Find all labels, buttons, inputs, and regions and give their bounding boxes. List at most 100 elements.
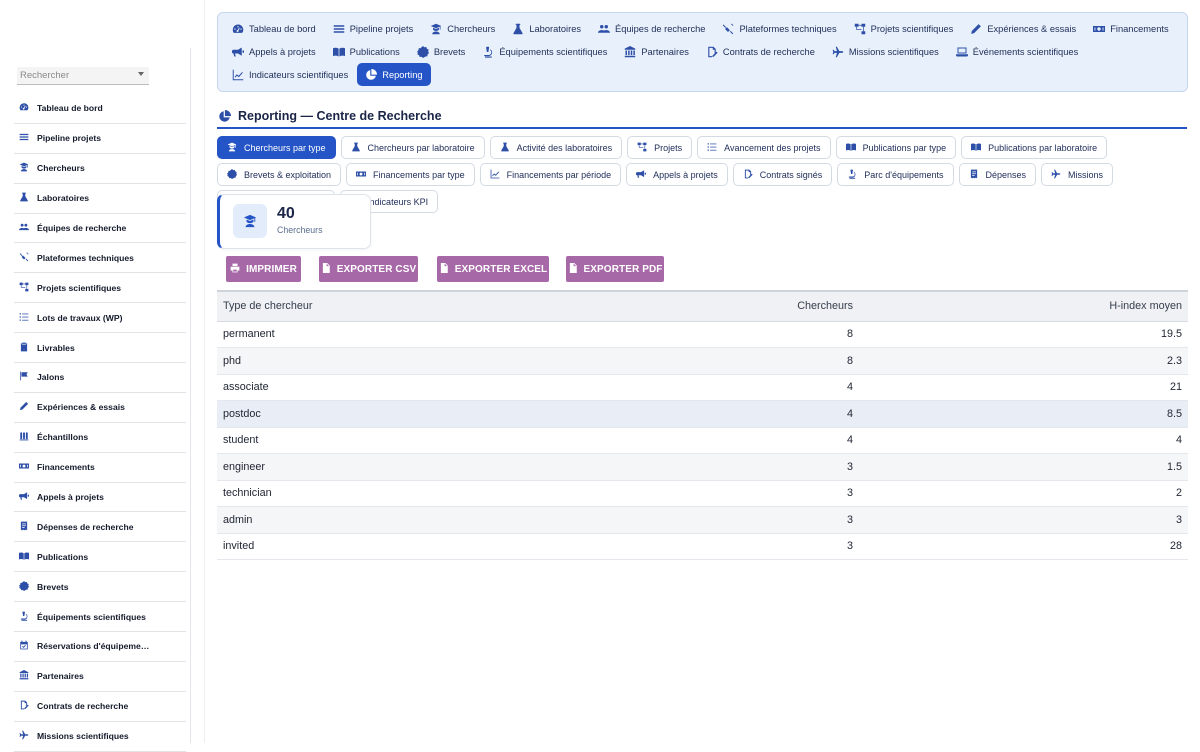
column-header-hindex[interactable]: H-index moyen xyxy=(859,290,1188,322)
tab-label: Indicateurs KPI xyxy=(367,196,429,207)
tab-contrats-signes[interactable]: Contrats signés xyxy=(732,163,833,186)
laptop-icon xyxy=(955,46,968,58)
column-header-count[interactable]: Chercheurs xyxy=(649,290,859,322)
seal-icon xyxy=(227,168,239,181)
sidebar-item-jalons[interactable]: Jalons xyxy=(14,363,186,393)
nav-link-reporting[interactable]: Reporting xyxy=(357,63,431,86)
file-excel-icon xyxy=(439,263,451,275)
tab-brevets-exploitation[interactable]: Brevets & exploitation xyxy=(217,163,342,186)
institution-icon xyxy=(624,45,636,58)
sidebar-item-pipeline-projets[interactable]: Pipeline projets xyxy=(14,124,186,154)
sidebar-item-lots-de-travaux-wp[interactable]: Lots de travaux (WP) xyxy=(14,303,186,334)
table-row: associate 4 21 xyxy=(217,374,1188,401)
nav-link-equipes-de-recherche[interactable]: Équipes de recherche xyxy=(590,17,713,40)
table-row: admin 3 3 xyxy=(217,506,1188,534)
sidebar-item-appels-a-projets[interactable]: Appels à projets xyxy=(14,483,186,513)
tab-activite-des-laboratoires[interactable]: Activité des laboratoires xyxy=(489,136,623,159)
sidebar-item-experiences-essais[interactable]: Expériences & essais xyxy=(14,393,186,423)
plane-icon xyxy=(19,730,31,742)
tab-chercheurs-par-laboratoire[interactable]: Chercheurs par laboratoire xyxy=(340,136,485,159)
nav-link-appels-a-projets[interactable]: Appels à projets xyxy=(224,40,324,63)
nav-link-contrats-de-recherche[interactable]: Contrats de recherche xyxy=(698,40,823,63)
cell-count: 3 xyxy=(649,533,859,560)
export-excel-label: EXPORTER EXCEL xyxy=(454,263,548,275)
tab-avancement-des-projets[interactable]: Avancement des projets xyxy=(697,136,831,159)
export-excel-button[interactable]: EXPORTER EXCEL xyxy=(437,256,549,282)
nav-link-label: Chercheurs xyxy=(447,23,496,34)
kpi-label: Chercheurs xyxy=(277,225,323,235)
nav-link-pipeline-projets[interactable]: Pipeline projets xyxy=(325,17,422,40)
sidebar-item-label: Appels à projets xyxy=(37,492,104,503)
sidebar-item-livrables[interactable]: Livrables xyxy=(14,333,186,364)
sidebar-item-label: Projets scientifiques xyxy=(37,282,122,293)
nav-link-indicateurs-scientifiques[interactable]: Indicateurs scientifiques xyxy=(224,63,356,86)
sidebar-item-partenaires[interactable]: Partenaires xyxy=(14,662,186,692)
sidebar-item-label: Missions scientifiques xyxy=(37,731,129,742)
nav-link-plateformes-techniques[interactable]: Plateformes techniques xyxy=(714,17,844,40)
sidebar-item-contrats-de-recherche[interactable]: Contrats de recherche xyxy=(14,692,186,722)
search-placeholder: Rechercher xyxy=(20,70,70,81)
tab-label: Projets xyxy=(654,142,683,153)
nav-link-chercheurs[interactable]: Chercheurs xyxy=(422,17,503,40)
tab-financements-par-type[interactable]: Financements par type xyxy=(346,163,475,186)
nav-link-publications[interactable]: Publications xyxy=(325,40,408,63)
sidebar-item-brevets[interactable]: Brevets xyxy=(14,572,186,603)
cell-count: 3 xyxy=(649,453,859,481)
nav-link-tableau-de-bord[interactable]: Tableau de bord xyxy=(224,17,324,40)
file-pdf-icon xyxy=(568,263,580,275)
cell-type: engineer xyxy=(217,453,649,481)
sidebar-border xyxy=(204,0,205,743)
sidebar-item-chercheurs[interactable]: Chercheurs xyxy=(14,154,186,184)
sidebar-item-publications[interactable]: Publications xyxy=(14,542,186,573)
nav-link-partenaires[interactable]: Partenaires xyxy=(616,40,697,63)
tab-publications-par-type[interactable]: Publications par type xyxy=(835,136,957,159)
money-icon xyxy=(356,169,368,181)
sidebar-item-missions-scientifiques[interactable]: Missions scientifiques xyxy=(14,722,186,752)
nav-link-equipements-scientifiques[interactable]: Équipements scientifiques xyxy=(474,40,615,63)
nav-link-brevets[interactable]: Brevets xyxy=(409,40,474,63)
pen-icon xyxy=(19,401,31,413)
sidebar-search-select[interactable]: Rechercher xyxy=(17,67,149,85)
nav-link-financements[interactable]: Financements xyxy=(1085,17,1176,40)
export-pdf-button[interactable]: EXPORTER PDF xyxy=(566,256,664,282)
sidebar-item-echantillons[interactable]: Échantillons xyxy=(14,423,186,453)
print-button[interactable]: IMPRIMER xyxy=(226,256,301,282)
export-csv-button[interactable]: EXPORTER CSV xyxy=(319,256,418,282)
sidebar-item-reservations-d-equipeme[interactable]: Réservations d'équipeme… xyxy=(14,632,186,662)
sidebar-item-label: Plateformes techniques xyxy=(37,252,134,263)
cell-hindex: 19.5 xyxy=(859,321,1188,348)
tab-publications-par-laboratoire[interactable]: Publications par laboratoire xyxy=(961,136,1108,159)
tab-parc-d-equipements[interactable]: Parc d'équipements xyxy=(837,163,954,186)
tab-projets[interactable]: Projets xyxy=(627,136,693,159)
researcher-icon xyxy=(233,204,267,238)
tab-appels-a-projets[interactable]: Appels à projets xyxy=(626,163,728,186)
sidebar-item-laboratoires[interactable]: Laboratoires xyxy=(14,184,186,214)
table-row: permanent 8 19.5 xyxy=(217,321,1188,348)
nav-link-label: Missions scientifiques xyxy=(848,46,939,57)
bars-icon xyxy=(333,23,345,35)
tab-label: Financements par période xyxy=(506,169,612,180)
nav-link-experiences-essais[interactable]: Expériences & essais xyxy=(962,17,1084,40)
tab-depenses[interactable]: Dépenses xyxy=(958,163,1037,186)
sidebar-item-label: Pipeline projets xyxy=(37,133,101,144)
tab-label: Appels à projets xyxy=(653,169,718,180)
page-title: Reporting — Centre de Recherche xyxy=(238,108,442,123)
nav-link-missions-scientifiques[interactable]: Missions scientifiques xyxy=(824,40,947,63)
tab-chercheurs-par-type[interactable]: Chercheurs par type xyxy=(217,136,336,159)
sidebar-item-projets-scientifiques[interactable]: Projets scientifiques xyxy=(14,273,186,304)
sidebar-item-plateformes-techniques[interactable]: Plateformes techniques xyxy=(14,243,186,274)
report-header: Reporting — Centre de Recherche xyxy=(217,104,1187,129)
bullhorn-icon xyxy=(232,46,244,58)
sidebar-item-tableau-de-bord[interactable]: Tableau de bord xyxy=(14,94,186,124)
book-icon xyxy=(845,142,858,154)
nav-link-laboratoires[interactable]: Laboratoires xyxy=(504,17,589,40)
sidebar-item-depenses-de-recherche[interactable]: Dépenses de recherche xyxy=(14,512,186,543)
sidebar-item-equipements-scientifiques[interactable]: Équipements scientifiques xyxy=(14,602,186,633)
sidebar-item-financements[interactable]: Financements xyxy=(14,453,186,483)
nav-link-evenements-scientifiques[interactable]: Événements scientifiques xyxy=(948,40,1086,63)
nav-link-projets-scientifiques[interactable]: Projets scientifiques xyxy=(846,17,962,40)
tab-missions[interactable]: Missions xyxy=(1041,163,1114,186)
tab-financements-par-periode[interactable]: Financements par période xyxy=(479,163,622,186)
sidebar-item-equipes-de-recherche[interactable]: Équipes de recherche xyxy=(14,214,186,244)
column-header-type[interactable]: Type de chercheur xyxy=(217,290,649,322)
